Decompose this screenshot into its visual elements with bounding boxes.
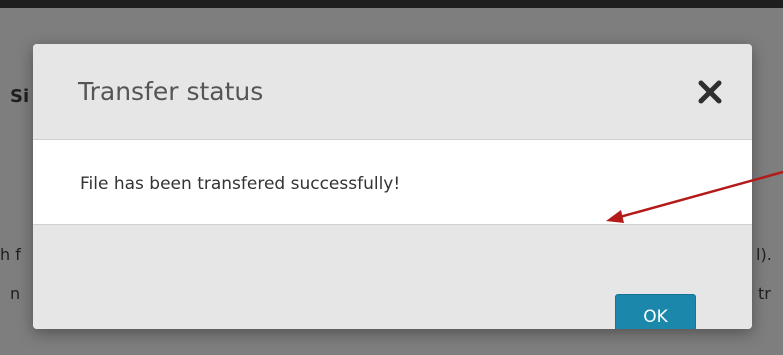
background-heading-fragment: Si: [10, 86, 30, 107]
dialog-footer: OK: [33, 225, 752, 329]
background-text-fragment: l).: [756, 245, 772, 264]
background-text-fragment: n: [10, 284, 21, 303]
background-text-fragment: tr: [758, 284, 771, 303]
ok-button[interactable]: OK: [615, 294, 696, 329]
dialog-header: Transfer status: [33, 44, 752, 140]
close-button[interactable]: [692, 74, 728, 110]
dialog-title: Transfer status: [78, 77, 264, 106]
transfer-status-dialog: Transfer status File has been transfered…: [33, 44, 752, 329]
background-text-fragment: h f: [0, 245, 21, 264]
dialog-body: File has been transfered successfully!: [33, 140, 752, 225]
top-bar: [0, 0, 783, 8]
close-icon: [698, 80, 722, 104]
dialog-message: File has been transfered successfully!: [80, 174, 401, 194]
